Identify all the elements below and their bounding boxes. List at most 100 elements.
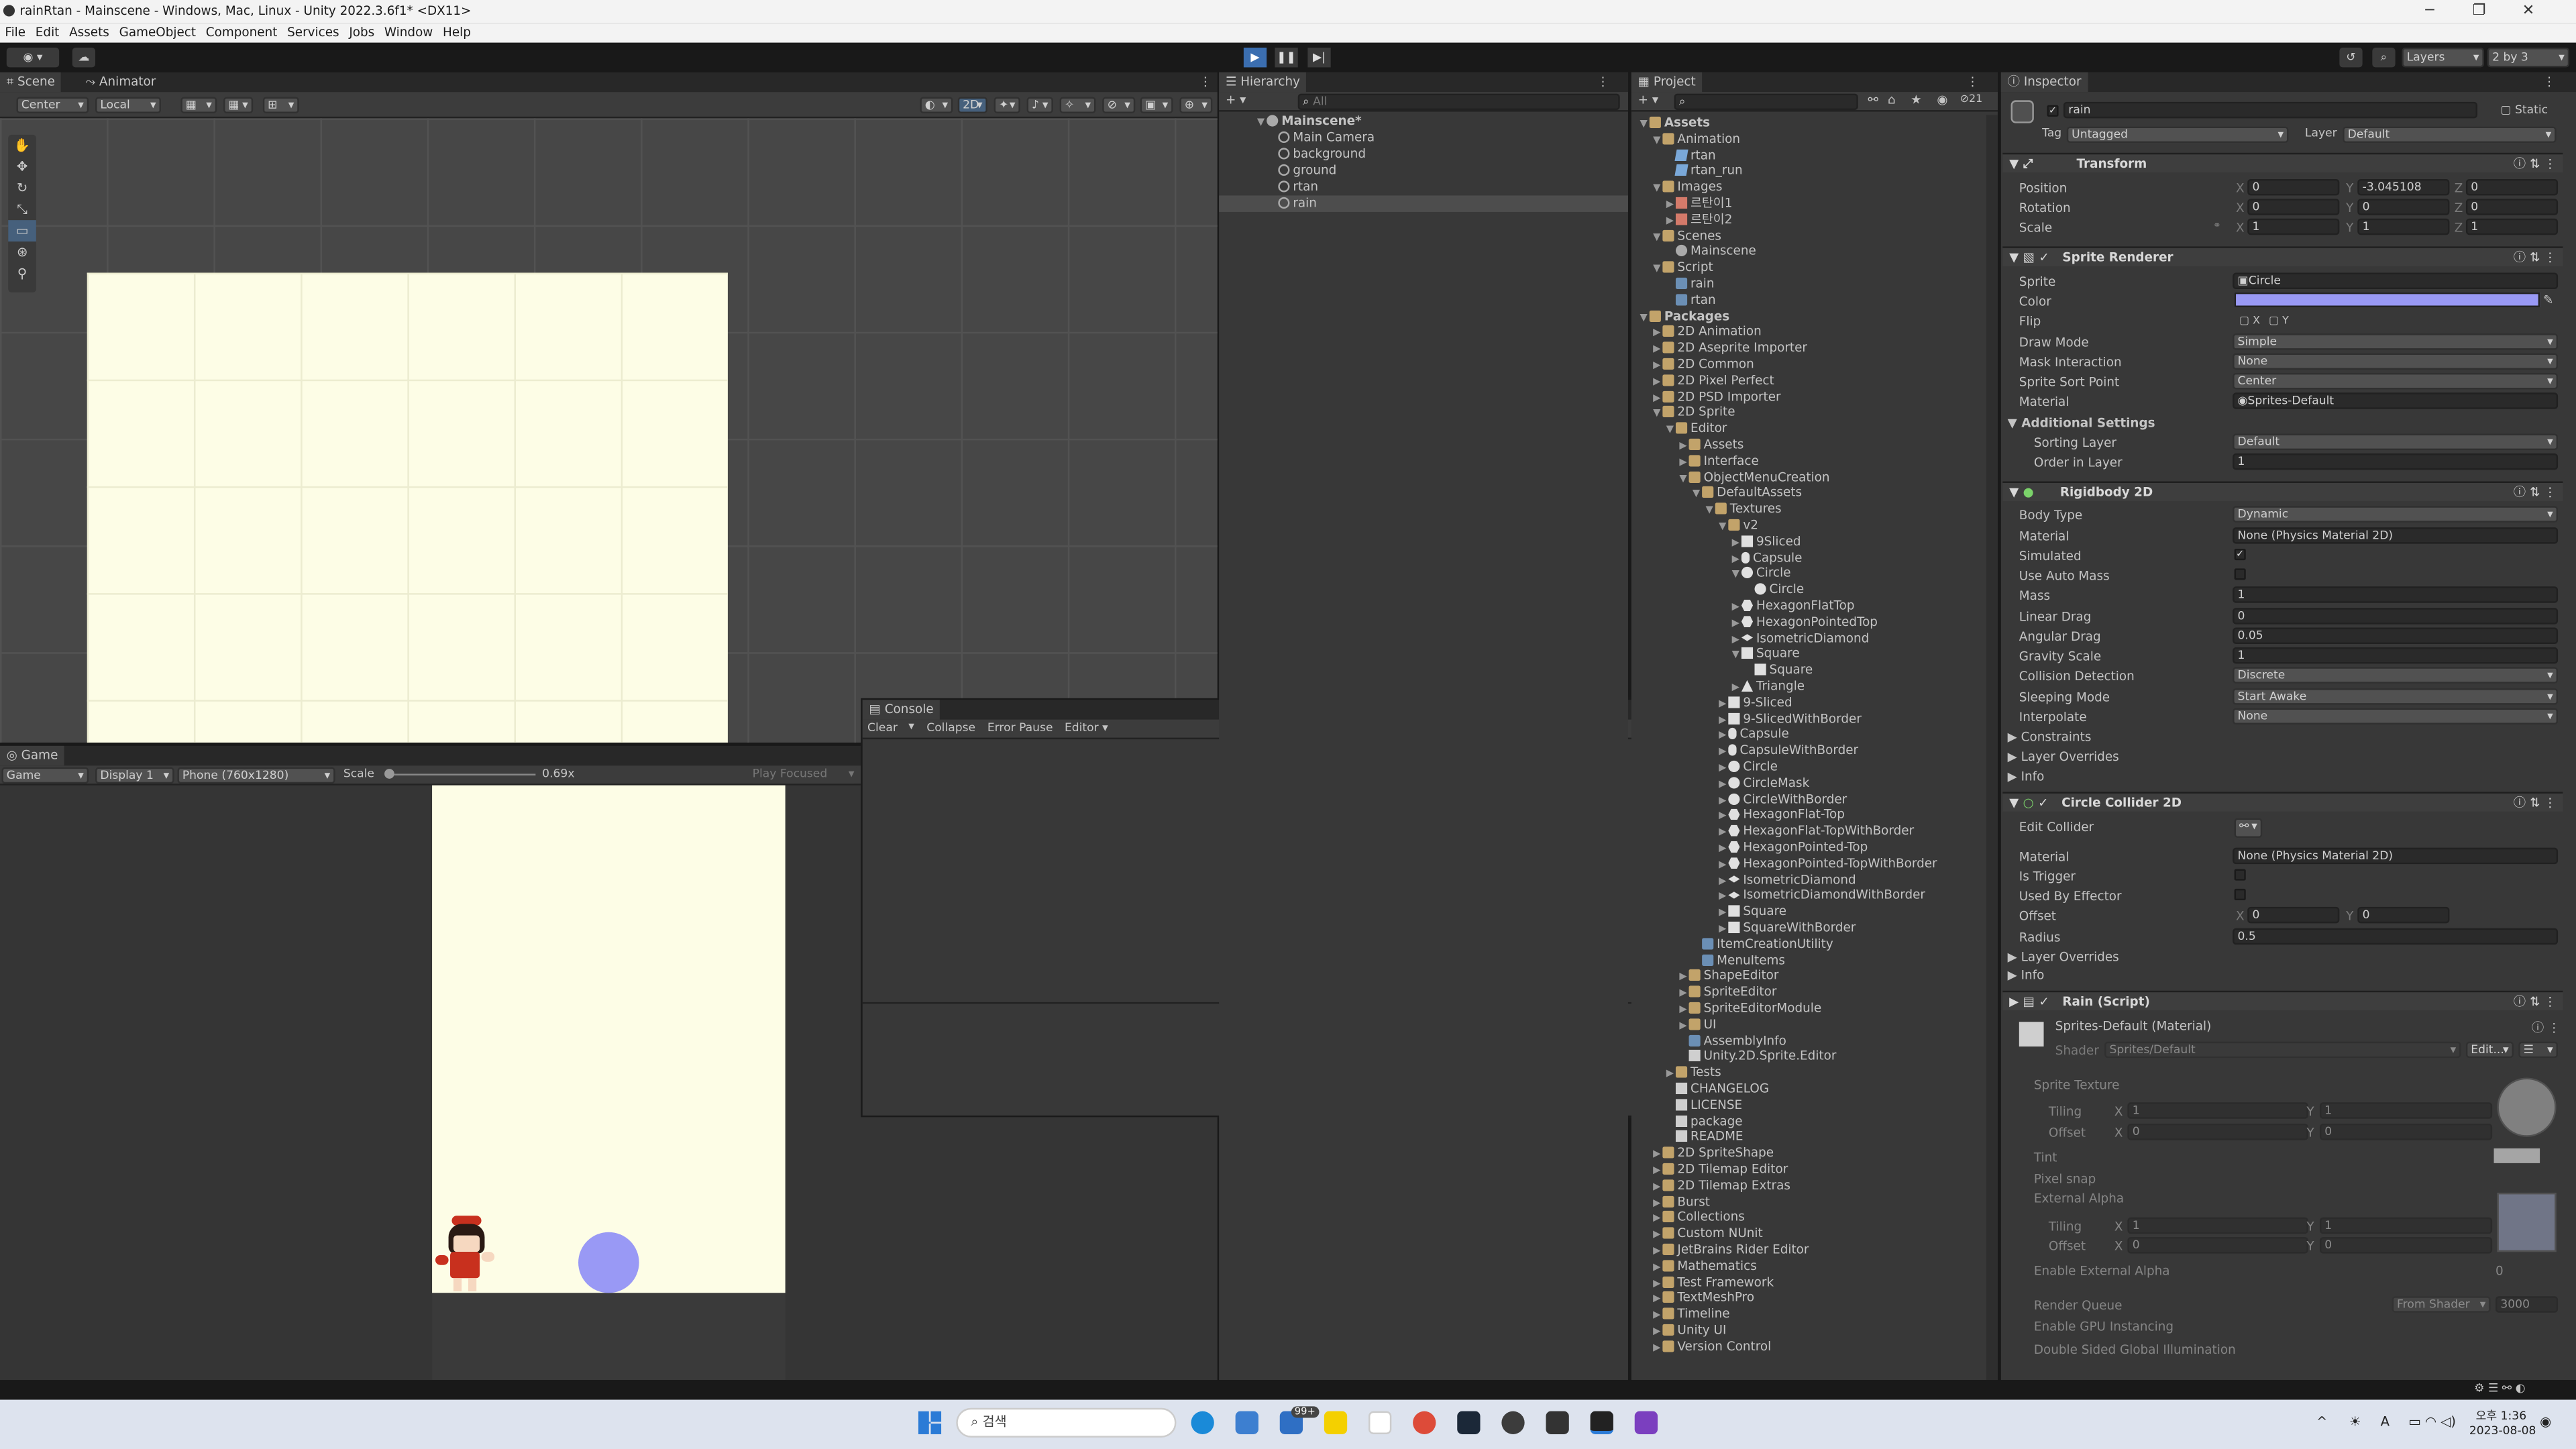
auto-mass-checkbox[interactable] xyxy=(2234,568,2246,580)
filter-type-icon[interactable]: ⚯ xyxy=(1868,92,1878,107)
pivot-dropdown[interactable]: Center xyxy=(16,97,89,113)
project-tree-item[interactable]: ▶ Custom NUnit xyxy=(1651,1226,1763,1242)
project-tree-item[interactable]: ▶ HexagonPointed-TopWithBorder xyxy=(1717,855,1937,871)
sr-material-field[interactable]: ◉Sprites-Default xyxy=(2233,392,2559,409)
project-tree-item[interactable]: ▶ 2D PSD Importer xyxy=(1651,388,1780,405)
project-tree-item[interactable]: ▶ Square xyxy=(1717,904,1786,920)
project-tree-item[interactable]: Mainscene xyxy=(1664,244,1756,260)
tray-weather-icon[interactable]: ☀ xyxy=(2349,1415,2361,1430)
play-focused-dropdown[interactable]: Play Focused xyxy=(749,767,858,784)
shader-edit-button[interactable]: Edit... xyxy=(2465,1041,2514,1059)
project-tree-item[interactable]: ▼ ObjectMenuCreation xyxy=(1677,469,1829,485)
rain-script-header[interactable]: ▶ ▤ ✓ Rain (Script) ⓘ ⇅ ⋮ xyxy=(2002,990,2563,1011)
hierarchy-item-rtan[interactable]: rtan xyxy=(1278,179,1318,195)
project-tree-item[interactable]: ▶ 르탄이1 xyxy=(1664,195,1733,211)
ime-indicator[interactable]: A xyxy=(2381,1415,2390,1430)
interpolate-dropdown[interactable]: None xyxy=(2233,708,2559,724)
close-button[interactable]: ✕ xyxy=(2504,0,2553,23)
project-tree-item[interactable]: ▶ IsometricDiamond xyxy=(1717,871,1856,888)
scale-y-input[interactable]: 1 xyxy=(2357,218,2450,235)
expanded-arrow-icon[interactable]: ▼ xyxy=(1651,262,1662,278)
expanded-arrow-icon[interactable]: ▼ xyxy=(1730,648,1741,664)
project-tree-item[interactable]: ▶ CapsuleWithBorder xyxy=(1717,743,1858,759)
shading-mode-icon[interactable]: ◐ xyxy=(920,97,953,113)
offset-x-input[interactable]: 0 xyxy=(2247,906,2340,924)
active-checkbox[interactable]: ✓ xyxy=(2047,105,2059,117)
project-tree-item[interactable]: ▶ 2D Tilemap Extras xyxy=(1651,1177,1790,1193)
custom-tool-icon[interactable]: ⚲ xyxy=(8,263,36,284)
menu-jobs[interactable]: Jobs xyxy=(344,23,380,42)
scene-camera-icon[interactable]: ▣ xyxy=(1140,97,1173,113)
audio-icon[interactable]: ♪ xyxy=(1026,97,1053,113)
project-tree-item[interactable]: AssemblyInfo xyxy=(1677,1032,1786,1049)
flip-x-checkbox[interactable]: ▢ X xyxy=(2239,314,2260,327)
lighting-icon[interactable]: ✦ xyxy=(994,97,1020,113)
render-queue-input[interactable]: 3000 xyxy=(2496,1296,2559,1313)
tab-hierarchy[interactable]: ☰ Hierarchy xyxy=(1219,72,1307,93)
tab-scene[interactable]: ⌗ Scene xyxy=(0,72,62,93)
expanded-arrow-icon[interactable]: ▼ xyxy=(1664,423,1676,439)
project-tree-item[interactable]: rain xyxy=(1664,276,1715,292)
material-help-icon[interactable]: ⓘ ⋮ xyxy=(2532,1018,2561,1036)
project-tree-item[interactable]: ▼ Animation xyxy=(1651,131,1740,147)
scale-tool-icon[interactable]: ⤡ xyxy=(8,199,36,220)
rotation-z-input[interactable]: 0 xyxy=(2465,199,2559,215)
transform-header[interactable]: ▼ ⤢ Transform ⓘ ⇅ ⋮ xyxy=(2002,152,2563,173)
project-tree-item[interactable]: ▶ Collections xyxy=(1651,1210,1745,1226)
project-tree-item[interactable]: ▼ Scenes xyxy=(1651,227,1721,244)
rotation-y-input[interactable]: 0 xyxy=(2357,199,2450,215)
expanded-arrow-icon[interactable]: ▼ xyxy=(1690,487,1702,503)
layer-dropdown[interactable]: Default xyxy=(2343,126,2557,144)
project-tree-item[interactable]: ▶ Unity UI xyxy=(1651,1322,1726,1338)
menu-help[interactable]: Help xyxy=(438,23,476,42)
scene-background-sprite[interactable] xyxy=(87,272,728,743)
project-tree-item[interactable]: ▶ HexagonPointedTop xyxy=(1730,614,1878,630)
expanded-arrow-icon[interactable]: ▼ xyxy=(1651,407,1662,423)
project-tree-item[interactable]: ▶ HexagonFlatTop xyxy=(1730,598,1855,614)
menu-edit[interactable]: Edit xyxy=(30,23,64,42)
error-pause-button[interactable]: Error Pause xyxy=(987,721,1053,735)
project-tree-item[interactable]: ▶ Version Control xyxy=(1651,1338,1771,1354)
tab-game[interactable]: ◎ Game xyxy=(0,745,65,766)
project-tree-item[interactable]: ▼ Textures xyxy=(1704,501,1782,517)
project-tree-item[interactable]: ▶ CircleMask xyxy=(1717,775,1809,791)
menu-assets[interactable]: Assets xyxy=(64,23,115,42)
scale-slider-thumb[interactable] xyxy=(384,769,394,779)
rigidbody-header[interactable]: ▼ ● Rigidbody 2D ⓘ ⇅ ⋮ xyxy=(2002,481,2563,501)
project-tree-item[interactable]: ▶ Circle xyxy=(1717,759,1778,775)
search-icon[interactable]: ⌕ xyxy=(2372,48,2396,68)
project-tree-item[interactable]: ▶ Tests xyxy=(1664,1065,1721,1081)
expanded-arrow-icon[interactable]: ▼ xyxy=(1730,568,1741,584)
project-tree-item[interactable]: LICENSE xyxy=(1664,1097,1742,1113)
maximize-button[interactable]: ❐ xyxy=(2455,0,2504,23)
align-icon[interactable]: ⊞ xyxy=(262,97,299,113)
offset-tex-x-input[interactable]: 0 xyxy=(2127,1124,2308,1140)
effects-icon[interactable]: ✧ xyxy=(1059,97,1096,113)
project-tree-item[interactable]: rtan xyxy=(1664,147,1716,163)
sort-point-dropdown[interactable]: Center xyxy=(2233,372,2559,390)
rotation-x-input[interactable]: 0 xyxy=(2247,199,2340,215)
hierarchy-scene-row[interactable]: ▼ Mainscene* xyxy=(1255,113,1362,129)
used-by-effector-checkbox[interactable] xyxy=(2234,888,2246,901)
hidden-objects-icon[interactable]: ⊘ xyxy=(1102,97,1136,113)
project-tree-item[interactable]: ▶ ShapeEditor xyxy=(1677,968,1778,984)
hierarchy-item-background[interactable]: background xyxy=(1278,146,1366,162)
grid-snap-icon[interactable]: ▦ xyxy=(180,97,217,113)
project-tree-item[interactable]: ▶ Capsule xyxy=(1717,727,1789,743)
project-scrollbar[interactable] xyxy=(1986,115,1998,1381)
project-tree-item[interactable]: ▶ Interface xyxy=(1677,453,1759,469)
draw-mode-dropdown[interactable]: Simple xyxy=(2233,333,2559,350)
expanded-arrow-icon[interactable]: ▼ xyxy=(1651,229,1662,246)
project-tree-item[interactable]: rtan_run xyxy=(1664,163,1743,179)
expanded-arrow-icon[interactable]: ▼ xyxy=(1677,471,1688,487)
project-create-button[interactable]: + ▾ xyxy=(1638,92,1658,107)
project-tree-item[interactable]: ▶ Test Framework xyxy=(1651,1274,1774,1290)
transform-tool-icon[interactable]: ⊛ xyxy=(8,241,36,263)
project-tree-item[interactable]: ▶ 2D Animation xyxy=(1651,324,1762,340)
game-mode-dropdown[interactable]: Game xyxy=(1,767,89,784)
shader-dropdown[interactable]: Sprites/Default xyxy=(2104,1041,2461,1059)
project-tree-item[interactable]: ▶ IsometricDiamond xyxy=(1730,630,1870,646)
menu-file[interactable]: File xyxy=(0,23,30,42)
project-tree-item[interactable]: ▶ CircleWithBorder xyxy=(1717,791,1847,807)
object-name-input[interactable]: rain xyxy=(2063,101,2478,119)
